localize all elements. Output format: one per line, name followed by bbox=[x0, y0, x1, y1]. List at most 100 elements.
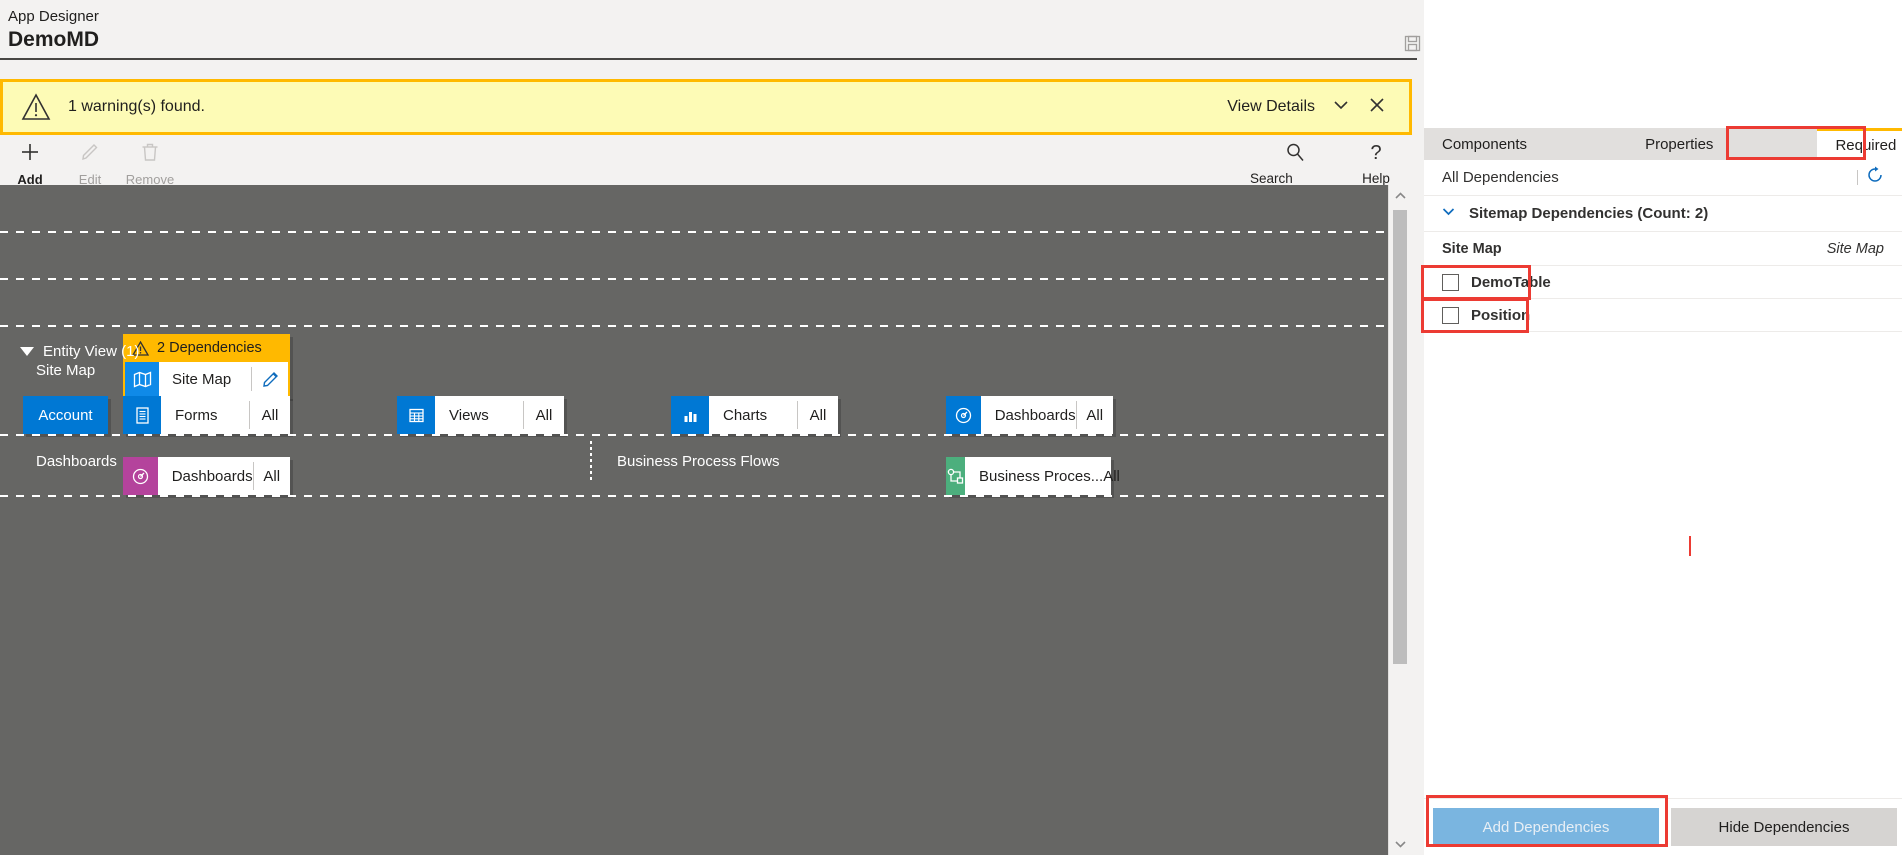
dependency-label-position: Position bbox=[1471, 306, 1531, 324]
views-grid-icon bbox=[397, 396, 435, 434]
sitemap-dependency-banner[interactable]: 2 Dependencies bbox=[123, 334, 290, 362]
dashboard-gauge-icon bbox=[946, 396, 981, 434]
sitemap-dependencies-group[interactable]: Sitemap Dependencies (Count: 2) bbox=[1424, 196, 1902, 232]
hide-dependencies-label: Hide Dependencies bbox=[1718, 818, 1850, 836]
canvas-vertical-scrollbar[interactable] bbox=[1388, 185, 1410, 855]
pencil-icon bbox=[79, 141, 101, 168]
canvas-divider-sitemap-bottom bbox=[0, 278, 1388, 280]
business-process-flows-card-scope: All bbox=[1103, 467, 1120, 485]
tab-required[interactable]: Required bbox=[1817, 128, 1902, 160]
dependency-row-position[interactable]: Position bbox=[1424, 299, 1902, 332]
views-card[interactable]: Views All bbox=[397, 396, 564, 434]
all-dependencies-label: All Dependencies bbox=[1442, 169, 1559, 186]
views-card-scope: All bbox=[535, 406, 553, 424]
chevron-down-icon[interactable] bbox=[1331, 95, 1351, 120]
pencil-edit-icon[interactable] bbox=[252, 362, 288, 396]
entity-view-label: Entity View (1) bbox=[43, 343, 140, 360]
add-dependencies-button[interactable]: Add Dependencies bbox=[1433, 808, 1659, 846]
scrollbar-thumb[interactable] bbox=[1393, 210, 1407, 664]
sitemap-subheader-name: Site Map bbox=[1442, 240, 1502, 257]
sitemap-map-icon bbox=[125, 362, 159, 396]
tab-properties-label: Properties bbox=[1645, 135, 1714, 153]
entity-chip-account[interactable]: Account bbox=[23, 396, 108, 434]
canvas-divider-entityview-bottom bbox=[0, 434, 1388, 436]
header-divider bbox=[0, 58, 1417, 60]
dependency-checkbox-demotable[interactable] bbox=[1442, 273, 1459, 291]
charts-card-scope: All bbox=[809, 406, 827, 424]
canvas-divider-top bbox=[0, 231, 1388, 233]
canvas-command-bar: Add Edit Remove Search Canvas ? bbox=[0, 135, 1412, 201]
trash-icon bbox=[139, 141, 161, 168]
dependency-checkbox-position[interactable] bbox=[1442, 306, 1459, 324]
section-label-bpf: Business Process Flows bbox=[617, 453, 780, 470]
forms-icon bbox=[123, 396, 161, 434]
warning-message: 1 warning(s) found. bbox=[68, 98, 205, 115]
warning-banner: 1 warning(s) found. View Details bbox=[0, 79, 1412, 135]
refresh-icon[interactable] bbox=[1866, 166, 1884, 189]
forms-card[interactable]: Forms All bbox=[123, 396, 290, 434]
plus-icon bbox=[19, 141, 41, 168]
tab-components-label: Components bbox=[1442, 135, 1528, 153]
warning-triangle-icon bbox=[21, 92, 51, 122]
sitemap-card[interactable]: 2 Dependencies Site Map bbox=[123, 334, 290, 398]
forms-card-scope: All bbox=[261, 406, 279, 424]
forms-card-name: Forms bbox=[175, 406, 218, 424]
views-card-name: Views bbox=[449, 406, 489, 424]
sitemap-dependency-count: 2 Dependencies bbox=[157, 340, 262, 356]
section-label-sitemap: Site Map bbox=[36, 362, 96, 379]
entity-dashboards-card[interactable]: Dashboards All bbox=[946, 396, 1113, 434]
add-button[interactable]: Add bbox=[0, 135, 60, 187]
dependency-label-demotable: DemoTable bbox=[1471, 273, 1551, 291]
business-process-flows-card[interactable]: Business Proces... All bbox=[946, 457, 1120, 495]
edit-button[interactable]: Edit bbox=[60, 135, 120, 187]
text-caret-marker bbox=[1689, 536, 1691, 556]
scroll-down-arrow[interactable] bbox=[1389, 835, 1411, 853]
chevron-down-icon bbox=[1440, 203, 1457, 225]
charts-card[interactable]: Charts All bbox=[671, 396, 838, 434]
close-icon[interactable] bbox=[1367, 95, 1387, 120]
section-label-dashboards: Dashboards bbox=[36, 453, 117, 470]
entity-chip-label: Account bbox=[38, 406, 93, 424]
canvas-vertical-dotted-divider bbox=[590, 441, 592, 483]
svg-text:?: ? bbox=[1370, 142, 1381, 163]
panel-footer: Add Dependencies Hide Dependencies bbox=[1424, 798, 1902, 855]
triangle-down-icon bbox=[20, 347, 34, 356]
all-dependencies-row: All Dependencies bbox=[1424, 160, 1902, 196]
scroll-up-arrow[interactable] bbox=[1389, 187, 1411, 205]
charts-bar-icon bbox=[671, 396, 709, 434]
tab-components[interactable]: Components bbox=[1424, 128, 1545, 160]
required-dependencies-panel: Components Properties Required All Depen… bbox=[1421, 0, 1902, 855]
sitemap-subheader-row: Site Map Site Map bbox=[1424, 232, 1902, 266]
sitemap-dependencies-group-label: Sitemap Dependencies (Count: 2) bbox=[1469, 205, 1709, 222]
charts-card-name: Charts bbox=[723, 406, 768, 424]
remove-button[interactable]: Remove bbox=[120, 135, 180, 187]
app-name-title: DemoMD bbox=[8, 28, 100, 51]
dashboards-card[interactable]: Dashboards All bbox=[123, 457, 290, 495]
canvas-divider-dashboards-top bbox=[0, 325, 1388, 327]
sitemap-card-name: Site Map bbox=[172, 370, 232, 388]
tab-required-label: Required bbox=[1835, 137, 1897, 154]
entity-dashboards-card-name: Dashboards bbox=[994, 406, 1076, 424]
view-details-link[interactable]: View Details bbox=[1227, 98, 1315, 116]
business-process-flows-card-name: Business Proces... bbox=[979, 467, 1104, 485]
entity-view-collapse-header[interactable]: Entity View (1) bbox=[20, 343, 139, 360]
process-flow-icon bbox=[946, 457, 965, 495]
entity-dashboards-card-scope: All bbox=[1086, 406, 1104, 424]
dashboard-gauge-icon bbox=[123, 457, 158, 495]
toolbar-divider bbox=[1857, 170, 1858, 185]
help-label: Help bbox=[1362, 171, 1390, 186]
hide-dependencies-button[interactable]: Hide Dependencies bbox=[1671, 808, 1897, 846]
panel-tab-strip: Components Properties Required bbox=[1424, 128, 1902, 160]
save-icon bbox=[1404, 35, 1421, 52]
app-designer-label: App Designer bbox=[8, 8, 99, 25]
dependency-row-demotable[interactable]: DemoTable bbox=[1424, 266, 1902, 299]
canvas-divider-dashboards-bottom bbox=[0, 495, 1388, 497]
app-designer-canvas[interactable]: Site Map 2 Dependencies Site Map Dashboa… bbox=[0, 185, 1388, 855]
search-icon bbox=[1284, 141, 1306, 168]
sitemap-subheader-type: Site Map bbox=[1826, 240, 1884, 257]
add-dependencies-label: Add Dependencies bbox=[1482, 818, 1610, 836]
tab-properties[interactable]: Properties bbox=[1627, 128, 1731, 160]
question-mark-icon: ? bbox=[1365, 141, 1387, 168]
dashboards-card-name: Dashboards bbox=[171, 467, 253, 485]
dashboards-card-scope: All bbox=[263, 467, 281, 485]
